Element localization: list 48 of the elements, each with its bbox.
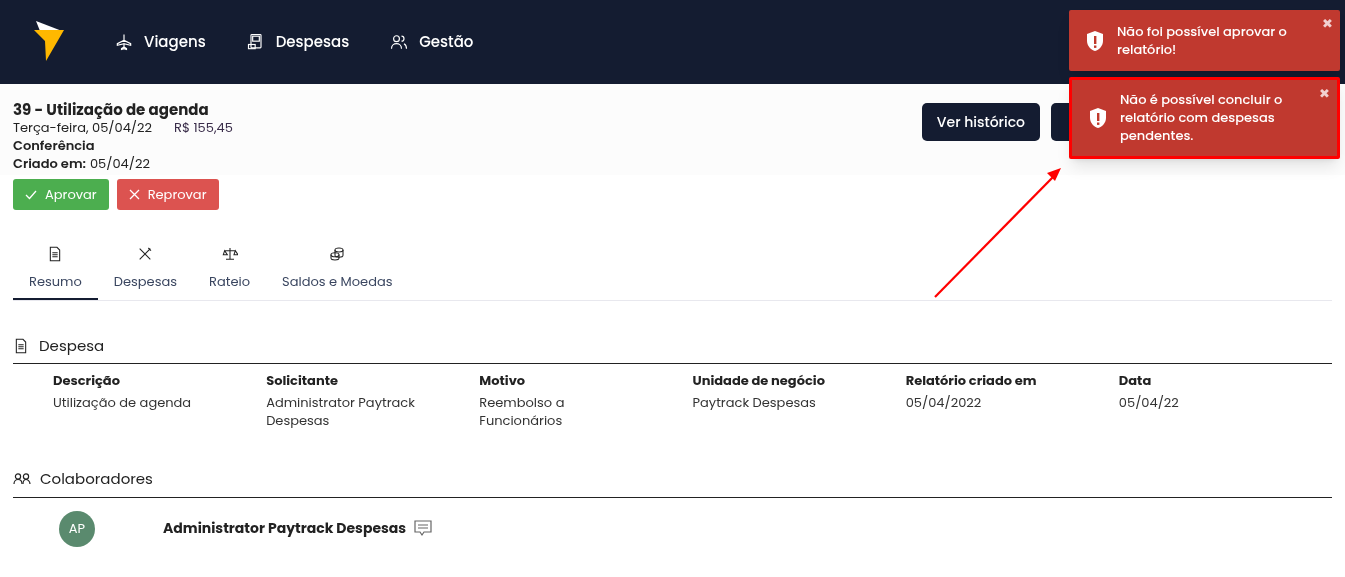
warning-shield-icon: [1085, 29, 1105, 52]
field-value: Administrator Paytrack Despesas: [266, 394, 416, 430]
history-button[interactable]: Ver histórico: [921, 103, 1040, 141]
close-button[interactable]: ✖: [1322, 15, 1333, 33]
warning-shield-icon: [1088, 107, 1108, 129]
reject-button[interactable]: Reprovar: [116, 179, 219, 210]
report-title: 39 - Utilização de agenda: [13, 101, 210, 119]
collaborator-name: Administrator Paytrack Despesas: [163, 518, 407, 539]
nav-link[interactable]: Despesas: [245, 30, 350, 54]
logo-icon: [34, 21, 64, 63]
field-value: Reembolso a Funcionários: [479, 394, 566, 430]
field-label: Relatório criado em: [905, 372, 1038, 390]
field-label: Unidade de negócio: [692, 372, 826, 390]
field-label: Motivo: [479, 372, 527, 390]
comment-icon: [414, 520, 433, 537]
nav-link[interactable]: Gestão: [389, 30, 474, 54]
toast-message: Não é possível concluir o relatório com despesas pendentes.: [1120, 91, 1284, 145]
field-value: Paytrack Despesas: [692, 394, 817, 412]
avatar: AP: [59, 510, 95, 547]
report-date: Terça-feira, 05/04/22: [13, 119, 152, 137]
field-value: 05/04/2022: [905, 394, 983, 412]
field-label: Solicitante: [266, 372, 339, 390]
check-icon: [25, 188, 37, 201]
created-date: 05/04/22: [89, 155, 150, 173]
airplane-icon: [114, 32, 134, 52]
cutlery-icon: [137, 246, 154, 262]
field-value: Utilização de agenda: [53, 394, 193, 412]
created-label: Criado em:: [13, 155, 86, 173]
report-amount: R$ 155,45: [174, 119, 233, 137]
section-title: Despesa: [39, 334, 105, 357]
tab[interactable]: Rateio: [193, 246, 267, 300]
field-label: Descrição: [53, 372, 121, 390]
tab[interactable]: Resumo: [13, 246, 98, 300]
tab[interactable]: Despesas: [97, 246, 194, 300]
section-title: Colaboradores: [40, 468, 153, 491]
tab[interactable]: Saldos e Moedas: [266, 246, 409, 300]
people-icon: [13, 473, 32, 486]
field-value: 05/04/22: [1118, 394, 1180, 412]
nav-link[interactable]: Viagens: [114, 30, 206, 54]
close-button[interactable]: ✖: [1319, 85, 1330, 103]
toast-message: Não foi possível aprovar o relatório!: [1117, 22, 1288, 59]
report-stage: Conferência: [13, 137, 96, 155]
users-icon: [389, 32, 410, 52]
scale-icon: [221, 246, 238, 262]
field-label: Data: [1118, 372, 1153, 390]
coins-icon: [329, 246, 346, 262]
close-icon: [128, 189, 140, 200]
document-icon: [13, 337, 29, 354]
